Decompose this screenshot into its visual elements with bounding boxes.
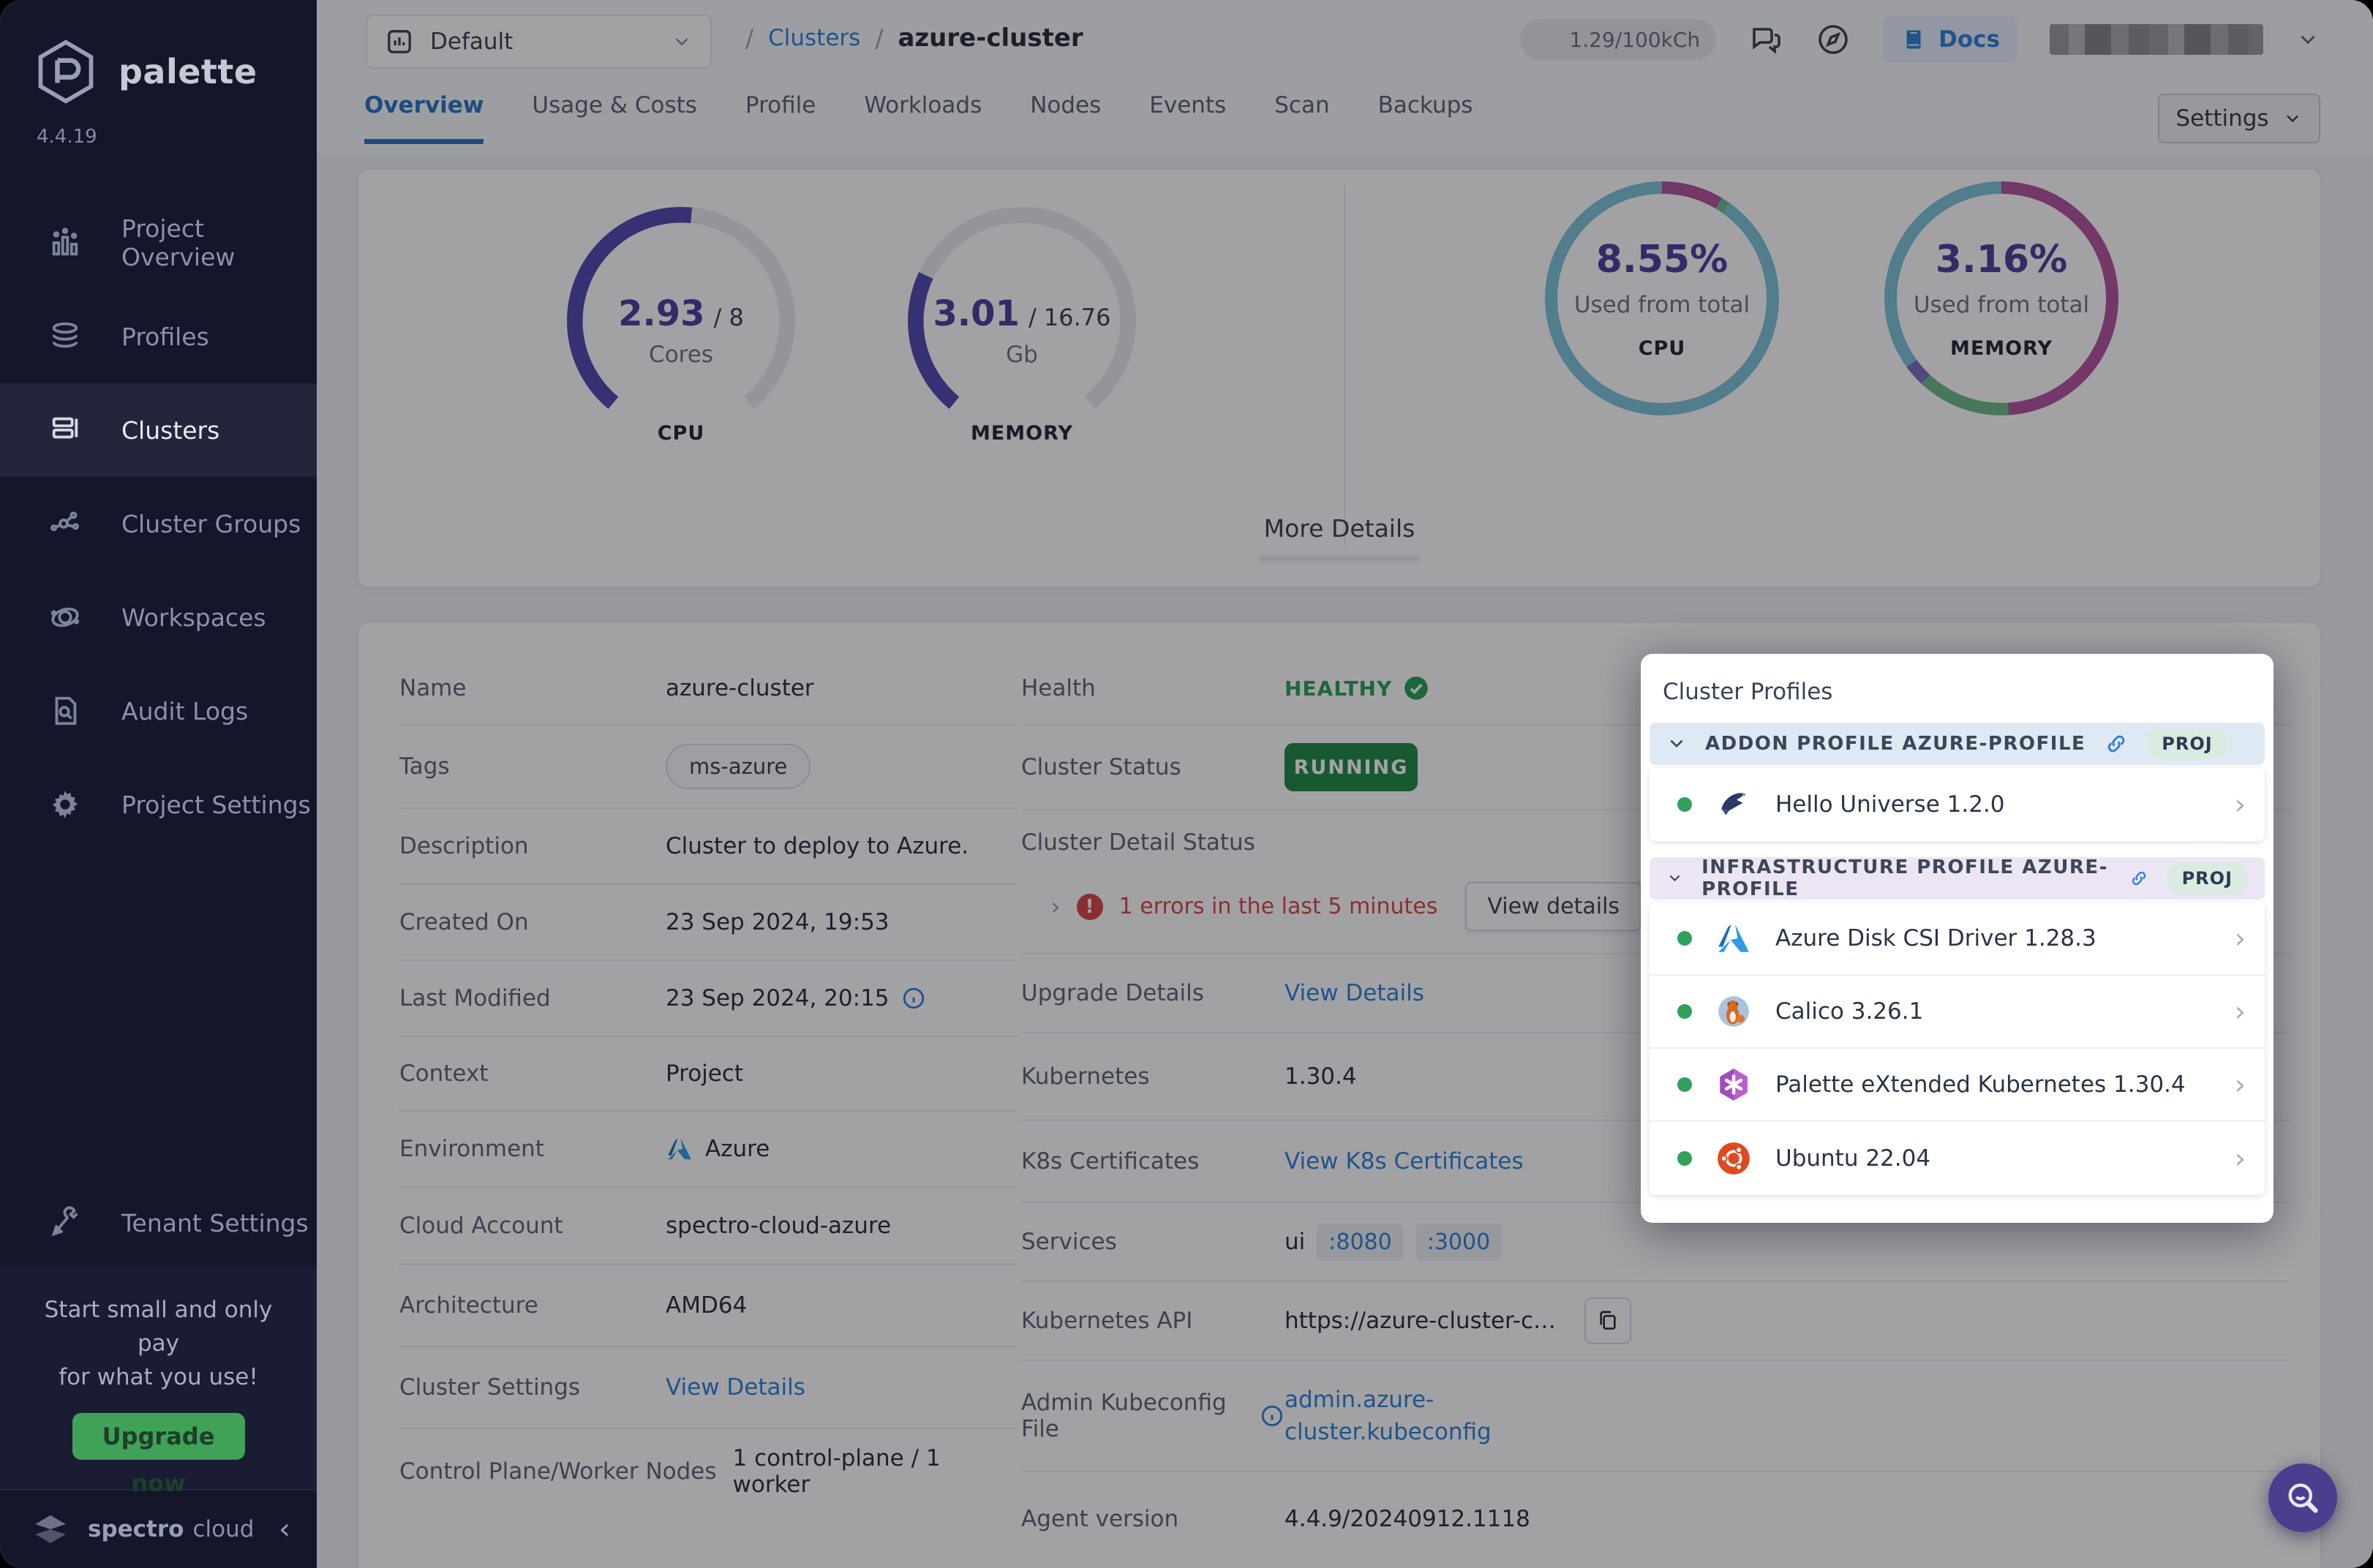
sidebar-item-label: Workspaces <box>121 603 266 632</box>
chevron-right-icon: › <box>2235 1068 2246 1101</box>
sidebar-item-label: Clusters <box>121 416 219 445</box>
profile-pack-hello-universe[interactable]: Hello Universe 1.2.0 › <box>1650 768 2265 841</box>
gear-icon <box>48 788 82 821</box>
app-version: 4.4.19 <box>0 105 317 148</box>
sidebar-item-clusters[interactable]: Clusters <box>0 383 317 477</box>
sidebar-item-label: Project Settings <box>121 791 311 819</box>
molecule-icon <box>48 507 82 540</box>
status-dot-green <box>1677 931 1692 946</box>
logo-text: palette <box>119 52 257 91</box>
profile-pack-ubuntu[interactable]: Ubuntu 22.04 › <box>1650 1122 2265 1195</box>
upgrade-now-button[interactable]: Upgrade now <box>72 1413 245 1460</box>
layers-icon <box>48 320 82 353</box>
collapse-sidebar-icon[interactable]: ‹ <box>279 1512 290 1546</box>
addon-profile-header[interactable]: ADDON PROFILE AZURE-PROFILE PROJ <box>1650 723 2265 765</box>
cluster-profiles-popup: Cluster Profiles ADDON PROFILE AZURE-PRO… <box>1641 654 2274 1223</box>
palette-app-window: palette 4.4.19 Project Overview Profiles… <box>0 0 2373 1568</box>
profile-pack-calico[interactable]: Calico 3.26.1 › <box>1650 976 2265 1049</box>
status-dot-green <box>1677 797 1692 812</box>
sidebar-item-audit-logs[interactable]: Audit Logs <box>0 664 317 758</box>
popup-title: Cluster Profiles <box>1663 679 2265 705</box>
chevron-right-icon: › <box>2235 1142 2246 1175</box>
link-icon[interactable] <box>2105 732 2128 755</box>
status-dot-green <box>1677 1004 1692 1019</box>
sidebar-bottom: Tenant Settings Start small and only pay… <box>0 1179 317 1568</box>
sidebar-item-label: Profiles <box>121 323 209 351</box>
chevron-right-icon: › <box>2235 788 2246 821</box>
upsell-panel: Start small and only pay for what you us… <box>0 1267 317 1489</box>
hello-universe-icon <box>1715 786 1752 823</box>
sidebar-item-label: Project Overview <box>121 214 317 271</box>
brand: palette <box>0 0 317 105</box>
search-widget-button[interactable] <box>2268 1463 2337 1532</box>
link-icon[interactable] <box>2129 867 2148 890</box>
tools-icon <box>48 1206 82 1240</box>
chevron-down-icon <box>1667 734 1686 753</box>
profile-pack-palette-extended-kubernetes[interactable]: Palette eXtended Kubernetes 1.30.4 › <box>1650 1049 2265 1122</box>
sidebar-item-label: Tenant Settings <box>121 1209 309 1237</box>
infrastructure-profile-rows: Azure Disk CSI Driver 1.28.3 › Calico 3.… <box>1650 902 2265 1195</box>
sidebar-item-project-settings[interactable]: Project Settings <box>0 758 317 851</box>
sidebar-item-cluster-groups[interactable]: Cluster Groups <box>0 477 317 570</box>
sidebar-item-label: Audit Logs <box>121 697 248 725</box>
chevron-down-icon <box>1667 869 1682 888</box>
sidebar: palette 4.4.19 Project Overview Profiles… <box>0 0 317 1568</box>
spectro-cloud-brand: spectrocloud <box>88 1516 279 1542</box>
status-dot-green <box>1677 1077 1692 1092</box>
pxk-icon <box>1715 1066 1752 1103</box>
sidebar-item-profiles[interactable]: Profiles <box>0 290 317 383</box>
sidebar-item-workspaces[interactable]: Workspaces <box>0 570 317 664</box>
orbit-icon <box>48 600 82 634</box>
sidebar-item-project-overview[interactable]: Project Overview <box>0 196 317 290</box>
azure-icon <box>1715 920 1752 957</box>
upsell-message: Start small and only pay for what you us… <box>22 1293 295 1394</box>
bar-chart-icon <box>48 226 82 260</box>
palette-logo-icon <box>32 38 99 105</box>
chevron-right-icon: › <box>2235 995 2246 1028</box>
server-icon <box>48 413 82 447</box>
infrastructure-profile-header[interactable]: INFRASTRUCTURE PROFILE AZURE-PROFILE PRO… <box>1650 857 2265 900</box>
status-dot-green <box>1677 1151 1692 1166</box>
calico-icon <box>1715 993 1752 1030</box>
magnifier-smile-icon <box>2284 1479 2322 1517</box>
doc-search-icon <box>48 694 82 728</box>
chevron-right-icon: › <box>2235 922 2246 954</box>
spectro-cloud-logo-icon <box>29 1510 72 1548</box>
scope-badge: PROJ <box>2147 728 2227 760</box>
ubuntu-icon <box>1715 1140 1752 1177</box>
addon-profile-rows: Hello Universe 1.2.0 › <box>1650 768 2265 841</box>
sidebar-item-label: Cluster Groups <box>121 510 301 538</box>
scope-badge: PROJ <box>2167 862 2247 894</box>
sidebar-item-tenant-settings[interactable]: Tenant Settings <box>0 1179 317 1267</box>
sidebar-nav: Project Overview Profiles Clusters Clust… <box>0 196 317 851</box>
profile-pack-azure-disk-csi[interactable]: Azure Disk CSI Driver 1.28.3 › <box>1650 902 2265 976</box>
